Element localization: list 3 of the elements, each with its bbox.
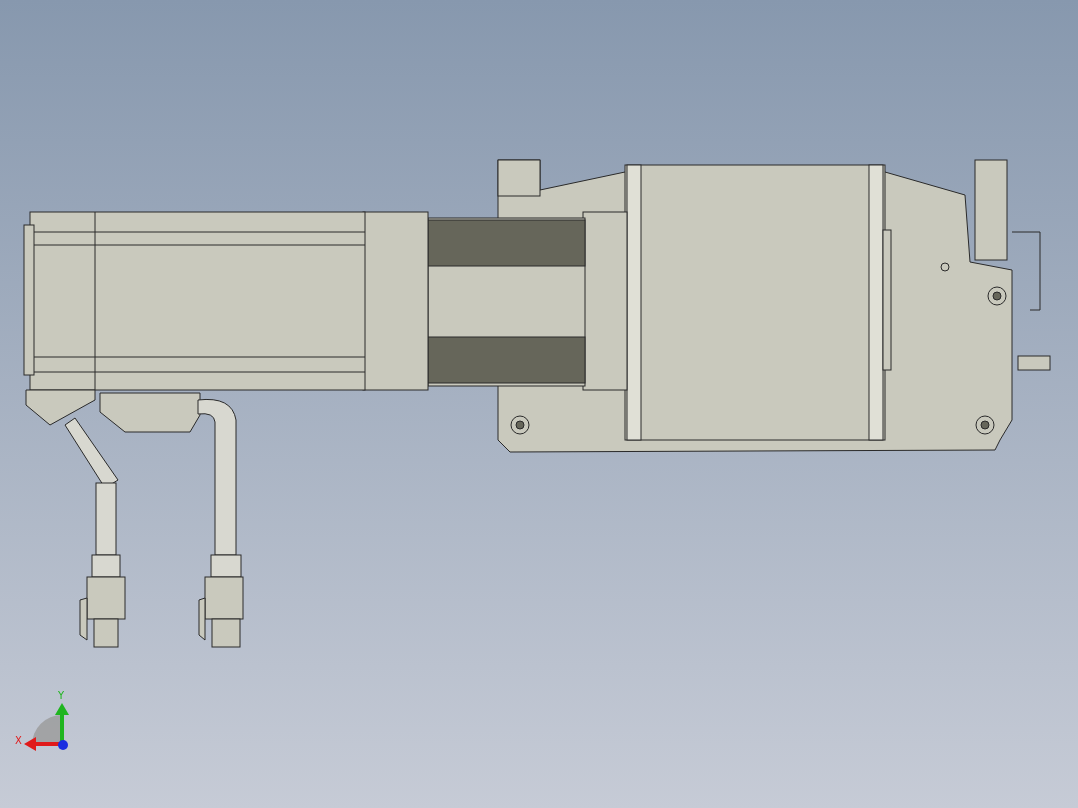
y-axis-label: Y (58, 690, 65, 701)
x-axis-label: X (15, 735, 22, 746)
axis-triad-icon (24, 703, 69, 751)
